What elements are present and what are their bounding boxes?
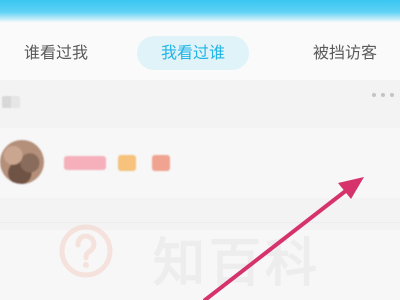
more-dots-icon[interactable] xyxy=(370,90,396,100)
blurred-badge xyxy=(118,155,136,171)
blurred-section-label xyxy=(2,96,20,108)
dot xyxy=(372,93,376,97)
tab-bar: 谁看过我 我看过谁 被挡访客 xyxy=(0,22,400,80)
tab-who-i-viewed[interactable]: 我看过谁 xyxy=(137,36,249,70)
section-header xyxy=(0,90,400,114)
tab-blocked-visitors[interactable]: 被挡访客 xyxy=(290,36,400,70)
list-item[interactable] xyxy=(0,128,400,198)
blurred-name xyxy=(64,156,106,170)
status-bar xyxy=(0,0,400,22)
avatar[interactable] xyxy=(0,140,44,184)
watermark-text: 知百科 xyxy=(153,234,322,294)
blurred-badge xyxy=(152,155,170,171)
watermark: 知百科 xyxy=(58,215,388,294)
dot xyxy=(390,93,394,97)
question-circle-icon xyxy=(59,224,113,278)
tab-who-viewed-me[interactable]: 谁看过我 xyxy=(0,36,112,70)
dot xyxy=(381,93,385,97)
